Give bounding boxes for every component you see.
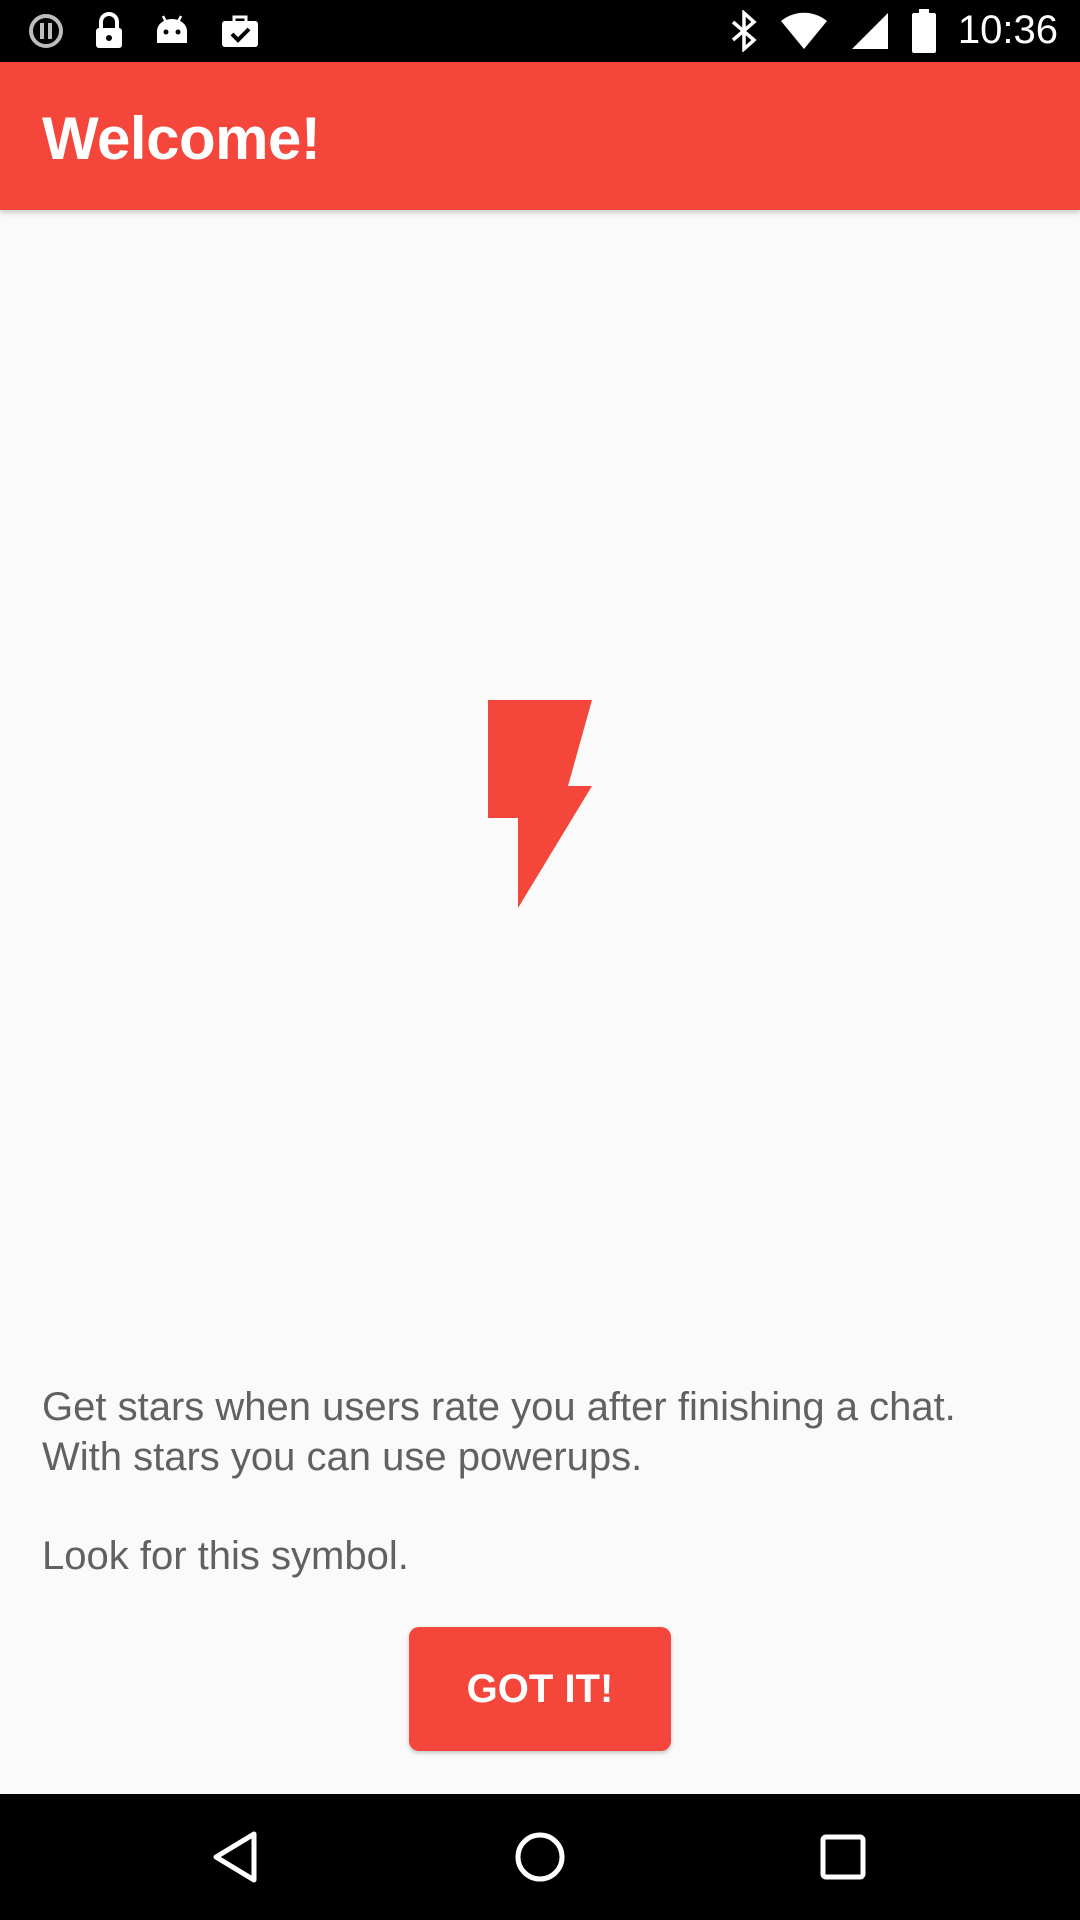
signal-icon (850, 11, 890, 51)
android-icon (154, 13, 190, 49)
status-left-icons (28, 12, 260, 50)
bluetooth-icon (730, 9, 758, 52)
status-time: 10:36 (957, 8, 1058, 52)
message-line-1: Get stars when users rate you after fini… (42, 1385, 956, 1429)
home-icon[interactable] (507, 1824, 573, 1890)
status-right-icons: 10:36 (730, 8, 1058, 53)
circle-info-icon (28, 13, 64, 49)
status-bar: 10:36 (0, 0, 1080, 62)
lightning-bolt-icon (486, 698, 594, 910)
briefcase-check-icon (220, 13, 260, 49)
back-icon[interactable] (204, 1824, 270, 1890)
battery-icon (911, 8, 936, 53)
lock-icon (94, 12, 124, 50)
onboarding-message: Get stars when users rate you after fini… (42, 1382, 1042, 1581)
page-title: Welcome! (42, 105, 321, 172)
got-it-button[interactable]: GOT IT! (409, 1627, 671, 1751)
message-line-2: With stars you can use powerups. (42, 1435, 643, 1479)
message-line-3: Look for this symbol. (42, 1534, 409, 1578)
navigation-bar (0, 1794, 1080, 1920)
wifi-icon (780, 11, 828, 51)
screen: 10:36 Welcome! Get stars when users rate… (0, 0, 1080, 1920)
app-bar: Welcome! (0, 62, 1080, 210)
recents-icon[interactable] (810, 1824, 876, 1890)
